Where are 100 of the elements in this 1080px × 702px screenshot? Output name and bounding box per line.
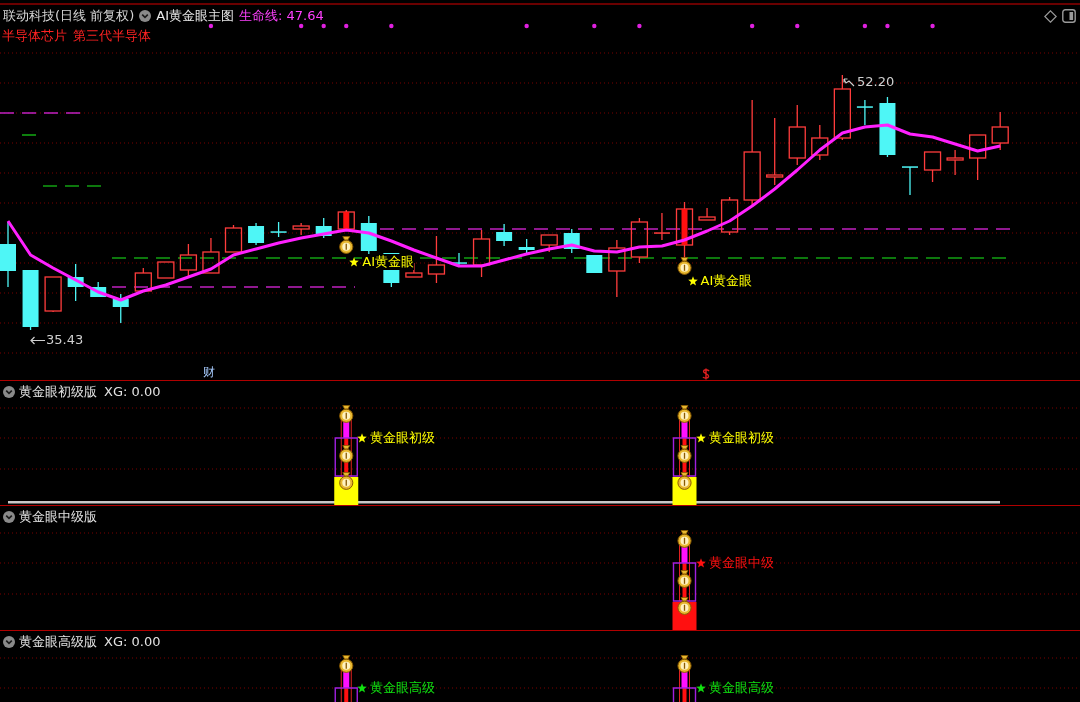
rising-candle [292,222,310,236]
concept-tag: 第三代半导体 [73,28,151,44]
signal-label: 黄金眼高级 [370,680,436,696]
signal-stick [343,212,350,229]
money-bag-icon [677,472,692,490]
panel-readout: XG: 0.00 [104,384,161,399]
rising-candle [698,207,716,221]
star-icon [349,257,360,267]
rising-candle [675,201,694,259]
event-dot-icon [749,23,755,29]
rising-candle [157,261,175,279]
dollar-icon [702,368,710,380]
money-bag-icon [339,405,354,423]
panel-readout: XG: 0.00 [104,634,161,649]
rising-candle [44,276,62,313]
panel-title: 黄金眼高级版 [19,634,97,649]
signal-stick [681,209,688,245]
rising-candle [134,267,152,292]
event-dot-icon [862,23,868,29]
doji-candle [653,212,670,241]
rising-candle [224,224,243,253]
money-bag-icon [677,570,692,588]
rising-candle [179,243,198,277]
event-dot-icon [930,23,935,29]
rising-candle [427,235,446,284]
arrow-left-icon [30,335,45,345]
chevron-down-icon[interactable] [3,510,15,523]
rising-candle [540,234,558,253]
rising-candle [472,229,491,278]
falling-candle [563,228,580,254]
concept-tag: 半导体芯片 [2,28,67,44]
falling-candle [112,293,129,324]
panel-toggle-icon[interactable] [1062,9,1076,23]
money-bag-icon [339,236,354,254]
event-dot-icon [208,23,214,29]
event-dot-icon [592,23,597,29]
rising-candle [833,74,851,141]
money-bag-icon [339,472,354,490]
money-bag-icon [677,257,692,275]
event-dot-icon [389,23,394,29]
star-icon [687,276,698,286]
signal-box [672,562,697,602]
doji-candle [451,252,467,268]
rising-candle [991,111,1009,151]
signal-box [334,687,358,702]
indicator-name: AI黄金眼主图 [156,8,234,24]
signal-label: AI黄金眼 [700,273,753,289]
life-line-value: 生命线: 47.64 [239,8,324,24]
stock-title: 联动科技(日线 前复权) [3,8,135,24]
chevron-down-icon[interactable] [3,385,15,398]
chevron-down-icon[interactable] [139,10,152,22]
rising-candle [337,209,355,232]
chevron-down-icon[interactable] [3,635,15,648]
signal-box [334,437,358,477]
money-bag-icon [677,597,692,615]
falling-candle [496,223,513,247]
signal-box [672,437,697,477]
rising-candle [788,104,806,166]
money-bag-icon [339,655,354,673]
event-dot-icon [885,23,890,29]
falling-candle [90,281,107,298]
money-bag-icon [677,530,692,548]
rising-candle [630,217,649,264]
falling-candle [518,238,535,254]
event-dot-icon [344,23,349,29]
doji-candle [902,166,918,196]
money-bag-icon [339,445,354,463]
doji-candle [856,99,873,126]
panel-title: 黄金眼中级版 [19,509,97,524]
event-dot-icon [321,23,326,29]
rising-candle [766,117,784,186]
falling-candle [315,217,332,239]
money-bag-icon [677,655,692,673]
falling-candle [248,222,265,246]
rising-candle [946,149,964,176]
signal-label: 黄金眼初级 [370,430,436,446]
rising-candle [811,124,829,161]
signal-label: AI黄金眼 [362,254,414,270]
event-dot-icon [524,23,529,29]
event-dot-icon [637,23,642,29]
rising-candle [720,196,739,236]
signal-label: 黄金眼中级 [708,555,774,571]
signal-label: 黄金眼初级 [708,430,774,446]
low-price-label: 35.43 [46,332,84,348]
signal-box [672,687,697,702]
falling-candle [360,215,377,256]
high-price-label: 52.20 [857,74,895,90]
falling-candle [0,221,16,288]
falling-candle [586,254,603,274]
signal-label: 黄金眼高级 [708,680,774,696]
money-bag-icon [677,445,692,463]
doji-candle [270,221,287,238]
rising-candle [608,239,626,298]
diamond-icon[interactable] [1044,9,1057,23]
arrow-up-left-icon [843,77,855,87]
panel-title: 黄金眼初级版 [19,384,97,399]
falling-candle [879,96,896,158]
falling-candle [67,263,84,302]
rising-candle [202,237,220,274]
money-bag-icon [677,405,692,423]
